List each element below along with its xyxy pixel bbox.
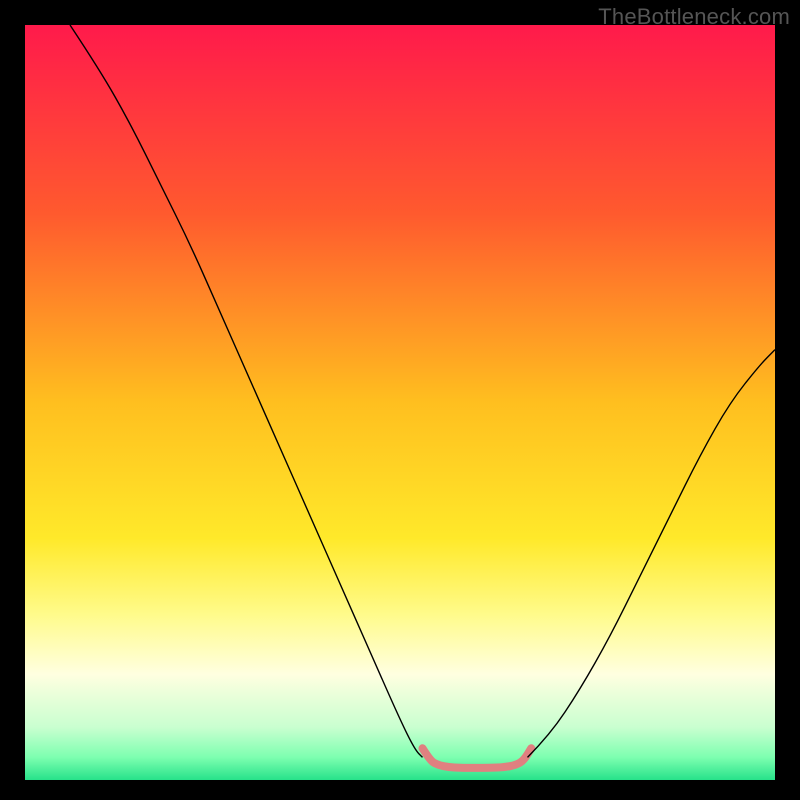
bottleneck-curve-chart — [25, 25, 775, 780]
chart-frame: TheBottleneck.com — [0, 0, 800, 800]
watermark-text: TheBottleneck.com — [598, 4, 790, 30]
